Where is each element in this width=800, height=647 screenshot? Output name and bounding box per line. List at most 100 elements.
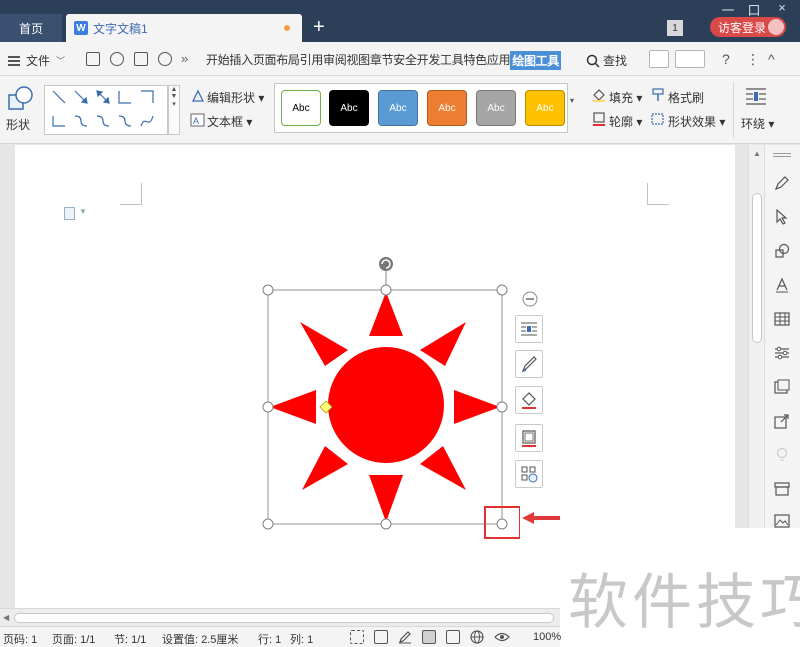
shapes-icon[interactable] [8,86,34,112]
edit-shape-button[interactable]: 编辑形状 ▾ [207,89,264,106]
format-painter-button[interactable]: 格式刷 [668,89,704,106]
print-preview-icon[interactable] [158,52,172,66]
add-icon[interactable] [675,50,705,68]
tab-document[interactable]: W 文字文稿1 [66,14,302,42]
outline-quick-button[interactable] [515,424,543,452]
minimize-button[interactable]: 一 [718,0,738,19]
scroll-left-icon[interactable]: ◀ [3,613,9,622]
close-button[interactable]: × [772,0,792,15]
status-bar: 页码: 1 页面: 1/1 节: 1/1 设置值: 2.5厘米 行: 1 列: … [0,626,561,647]
sun-shape[interactable] [250,250,520,540]
margin-marker-top-left [120,183,142,205]
chevron-down-icon[interactable]: ▼ [79,207,87,216]
more-options-button[interactable] [515,460,543,488]
output-icon[interactable] [110,52,124,66]
text-box-icon: A [190,113,205,127]
maximize-button[interactable]: 口 [744,0,764,19]
shape-gallery[interactable] [44,85,168,135]
layout-options-button[interactable] [515,315,543,343]
tab-home[interactable]: 首页 [0,14,62,42]
tab-features[interactable]: 特色应用 [463,51,510,70]
avatar-icon [768,19,784,35]
scrollbar-thumb[interactable] [752,193,762,343]
tab-home[interactable]: 开始 [206,51,230,70]
save-icon[interactable] [86,52,100,66]
styles-more-icon[interactable]: ▾ [570,96,574,105]
picture-icon[interactable] [774,513,790,529]
shapes-label[interactable]: 形状 [6,116,30,133]
tab-review[interactable]: 审阅 [323,51,347,70]
scroll-up-icon[interactable]: ▲ [753,149,761,158]
zoom-level[interactable]: 100% [533,631,561,643]
horizontal-scrollbar[interactable]: ◀ [0,608,560,626]
login-label: 访客登录 [718,20,767,35]
tab-security[interactable]: 安全 [393,51,417,70]
paragraph-layout-icon[interactable] [64,207,75,220]
share-icon[interactable] [649,50,669,68]
web-view-icon[interactable] [470,630,484,644]
shape-effects-button[interactable]: 形状效果 ▾ [668,113,725,130]
window-count-badge[interactable]: 1 [667,20,683,36]
shape-style-2[interactable]: Abc [329,90,369,126]
outline-button[interactable]: 轮廓 ▾ [609,113,642,130]
tab-drawing-tools[interactable]: 绘图工具 [510,51,562,70]
image-library-icon[interactable] [774,379,790,395]
tab-sections[interactable]: 章节 [370,51,394,70]
outline-label: 轮廓 [609,115,634,129]
tab-layout[interactable]: 页面布局 [253,51,300,70]
wrap-label: 环绕 [741,117,766,131]
status-row[interactable]: 行: 1 [258,631,281,647]
help-icon[interactable]: ? [722,51,730,67]
fill-button[interactable]: 填充 ▾ [609,89,642,106]
edit-pen-icon[interactable] [398,630,412,644]
ribbon-tabs: 开始 插入 页面布局 引用 审阅 视图 章节 安全 开发工具 特色应用 绘图工具 [206,51,562,70]
archive-box-icon[interactable] [774,481,790,497]
status-column[interactable]: 列: 1 [290,631,313,647]
table-icon[interactable] [774,311,790,327]
settings-sliders-icon[interactable] [774,345,790,361]
search-button[interactable]: 查找 [586,52,627,69]
more-tools-icon[interactable]: » [181,51,188,66]
horizontal-scrollbar-thumb[interactable] [14,613,554,623]
new-tab-button[interactable]: + [313,17,325,37]
text-effects-icon[interactable] [774,277,790,293]
collapse-ribbon-icon[interactable]: ^ [768,51,775,67]
text-box-button[interactable]: 文本框 ▾ [207,113,252,130]
shape-style-4[interactable]: Abc [427,90,467,126]
page-view-icon[interactable] [422,630,436,644]
status-pages[interactable]: 页面: 1/1 [52,631,95,647]
status-section[interactable]: 节: 1/1 [114,631,146,647]
wrap-button[interactable]: 环绕 ▾ [741,115,774,132]
tab-references[interactable]: 引用 [300,51,324,70]
tab-view[interactable]: 视图 [346,51,370,70]
file-menu[interactable]: 文件 ﹀ [8,52,65,69]
shape-style-3[interactable]: Abc [378,90,418,126]
lightbulb-icon[interactable] [774,447,790,463]
shape-style-6[interactable]: Abc [525,90,565,126]
edit-shape-pen-button[interactable] [515,350,543,378]
outline-view-icon[interactable] [446,630,460,644]
fill-quick-button[interactable] [515,386,543,414]
edit-shape-icon [191,89,205,102]
tab-insert[interactable]: 插入 [229,51,253,70]
collapse-toolbar-icon[interactable] [522,291,538,307]
shape-style-5[interactable]: Abc [476,90,516,126]
shapes-pane-icon[interactable] [774,243,790,259]
ribbon-divider [733,82,734,138]
visitor-login-button[interactable]: 访客登录 [710,17,786,37]
share-export-icon[interactable] [774,413,790,429]
more-menu-icon[interactable]: ⋮ [746,51,760,68]
shape-style-1[interactable]: Abc [281,90,321,126]
status-setting-value[interactable]: 设置值: 2.5厘米 [162,631,238,647]
wrap-text-icon[interactable] [745,86,767,108]
pen-edit-icon[interactable] [774,175,790,191]
print-icon[interactable] [134,52,148,66]
status-page-number[interactable]: 页码: 1 [3,631,37,647]
select-cursor-icon[interactable] [774,209,790,225]
shape-gallery-scroll[interactable]: ▲ ▼ ▾ [168,85,180,135]
pane-grip-icon [773,153,791,157]
eye-protection-icon[interactable] [494,630,510,644]
read-mode-icon[interactable] [374,630,388,644]
fullscreen-icon[interactable] [350,630,364,644]
tab-developer[interactable]: 开发工具 [417,51,464,70]
